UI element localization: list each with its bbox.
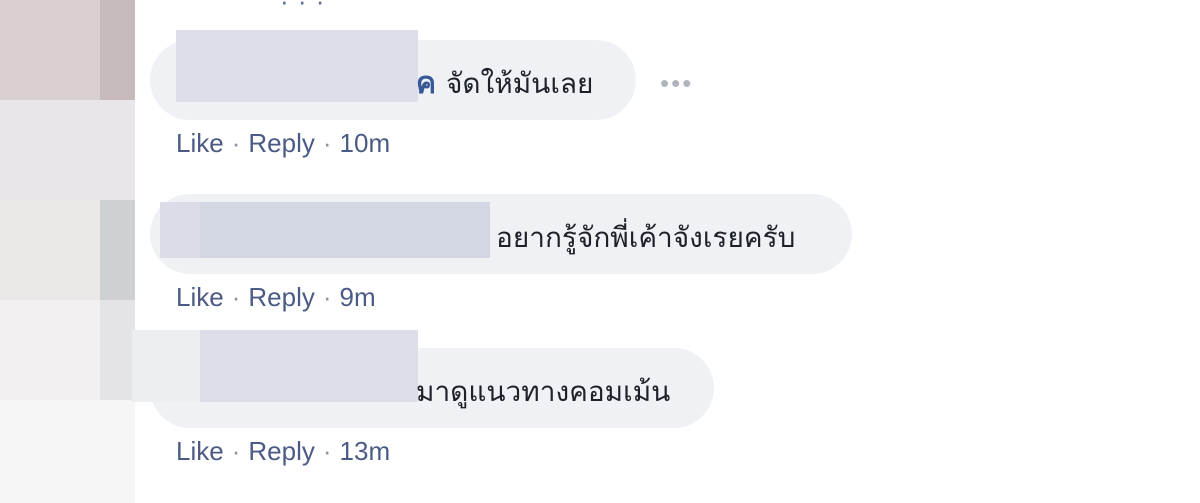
- separator: ·: [231, 436, 241, 466]
- comment-actions: Like · Reply · 10m: [176, 128, 390, 159]
- comment-text: มาดูแนวทางคอมเม้น: [416, 376, 671, 407]
- like-link[interactable]: Like: [176, 282, 224, 312]
- comment-3: มาดูแนวทางคอมเม้น Like · Reply · 13m: [132, 330, 720, 466]
- timestamp[interactable]: 10m: [340, 128, 391, 158]
- separator: ·: [322, 436, 332, 466]
- timestamp[interactable]: 9m: [340, 282, 376, 312]
- comment-1: ค จัดให้มันเลย ••• Like · Reply · 10m: [150, 30, 710, 158]
- author-name-censored: [176, 30, 418, 102]
- author-name[interactable]: ค: [416, 60, 436, 107]
- separator: ·: [231, 282, 241, 312]
- avatar-pixel: [0, 400, 135, 503]
- avatar-pixel: [100, 200, 135, 300]
- avatar-pixel: [100, 300, 135, 400]
- like-link[interactable]: Like: [176, 128, 224, 158]
- separator: ·: [322, 282, 332, 312]
- avatar-pixel: [0, 200, 100, 300]
- avatar-column-censored: [0, 0, 135, 503]
- avatar-pixel: [100, 0, 135, 100]
- comment-bubble: ค จัดให้มันเลย: [150, 30, 636, 120]
- comment-actions: Like · Reply · 13m: [176, 436, 390, 467]
- comment-2: อยากรู้จักพี่เค้าจังเรยครับ Like · Reply · 9…: [150, 194, 860, 312]
- author-name-censored-block: [200, 202, 490, 258]
- comment-text: อยากรู้จักพี่เค้าจังเรยครับ: [496, 222, 796, 253]
- reply-link[interactable]: Reply: [248, 128, 314, 158]
- avatar-pixel: [0, 100, 135, 200]
- timestamp[interactable]: 13m: [340, 436, 391, 466]
- author-name-censored-block: [200, 330, 418, 402]
- reply-link[interactable]: Reply: [248, 436, 314, 466]
- comment-text: จัดให้มันเลย: [446, 68, 594, 99]
- avatar-pixel: [0, 0, 100, 100]
- more-options-icon[interactable]: •••: [660, 68, 693, 99]
- separator: ·: [322, 128, 332, 158]
- separator: ·: [231, 128, 241, 158]
- reply-link[interactable]: Reply: [248, 282, 314, 312]
- like-link[interactable]: Like: [176, 436, 224, 466]
- comment-actions: Like · Reply · 9m: [176, 282, 376, 313]
- comment-bubble: มาดูแนวทางคอมเม้น: [132, 330, 714, 428]
- previous-comment-fragment: · · ·: [280, 0, 326, 16]
- comment-bubble: อยากรู้จักพี่เค้าจังเรยครับ: [150, 194, 852, 274]
